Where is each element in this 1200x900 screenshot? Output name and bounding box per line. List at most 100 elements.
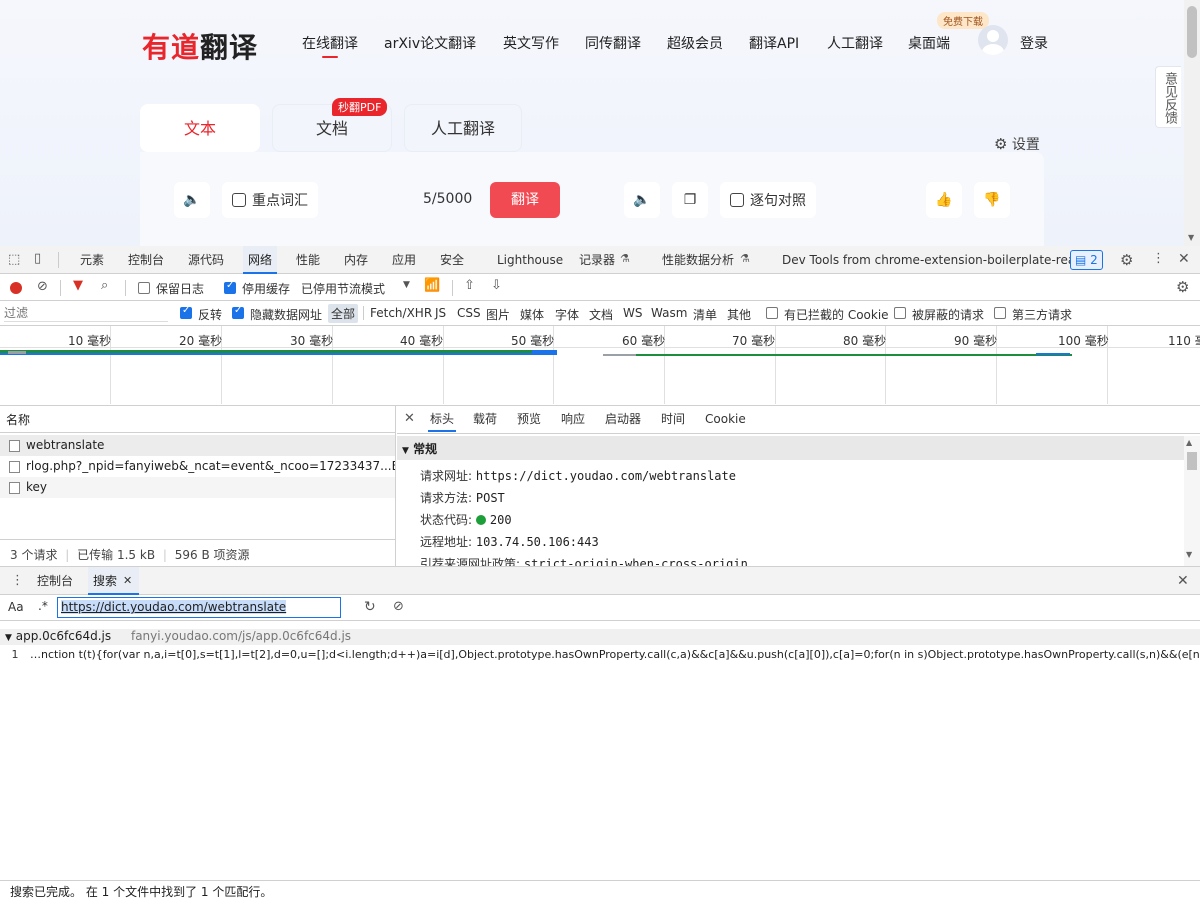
keywords-toggle[interactable]: 重点词汇: [222, 182, 318, 218]
settings-button[interactable]: ⚙ 设置: [994, 134, 1040, 154]
close-drawer-icon[interactable]: ✕: [1177, 573, 1189, 589]
filter-type-fetch[interactable]: Fetch/XHR: [370, 306, 432, 320]
device-toggle-icon[interactable]: ▯: [34, 251, 41, 266]
inspect-icon[interactable]: ⬚: [8, 252, 20, 267]
page-scrollbar[interactable]: ▼: [1184, 0, 1200, 246]
search-result-line[interactable]: 1 …nction t(t){for(var n,a,i=t[0],s=t[1],…: [0, 648, 1200, 666]
detail-tab-payload[interactable]: 载荷: [473, 406, 497, 432]
filter-type-ws[interactable]: WS: [623, 306, 642, 320]
avatar[interactable]: [978, 25, 1008, 55]
network-conditions-icon[interactable]: 📶: [424, 278, 440, 293]
filter-type-img[interactable]: 图片: [486, 306, 510, 323]
detail-tab-headers[interactable]: 标头: [428, 406, 457, 432]
request-row[interactable]: key: [0, 477, 395, 498]
youdao-logo[interactable]: 有道翻译: [142, 26, 258, 66]
tab-console[interactable]: 控制台: [128, 246, 164, 274]
settings-gear-icon[interactable]: ⚙: [1120, 251, 1133, 269]
network-settings-icon[interactable]: ⚙: [1176, 278, 1189, 296]
youdao-page: 有道翻译 在线翻译 arXiv论文翻译 英文写作 同传翻译 超级会员 翻译API…: [0, 0, 1200, 246]
tab-recorder[interactable]: 记录器: [579, 246, 615, 274]
third-party-checkbox[interactable]: [994, 307, 1006, 319]
detail-tab-cookies[interactable]: Cookie: [705, 406, 746, 432]
filter-type-doc[interactable]: 文档: [589, 306, 613, 323]
filter-type-js[interactable]: JS: [435, 306, 446, 320]
thumbs-down-button[interactable]: 👎: [974, 182, 1010, 218]
tab-application[interactable]: 应用: [392, 246, 416, 274]
general-section-header[interactable]: ▼ 常规: [397, 436, 1184, 460]
detail-tab-timing[interactable]: 时间: [661, 406, 685, 432]
tab-memory[interactable]: 内存: [344, 246, 368, 274]
copy-button[interactable]: ❐: [672, 182, 708, 218]
record-icon[interactable]: [10, 282, 22, 294]
speaker-button-source[interactable]: 🔈: [174, 182, 210, 218]
compare-toggle[interactable]: 逐句对照: [720, 182, 816, 218]
tab-security[interactable]: 安全: [440, 246, 464, 274]
preserve-log-checkbox[interactable]: [138, 282, 150, 294]
throttle-select[interactable]: 已停用节流模式: [301, 280, 385, 297]
translate-button[interactable]: 翻译: [490, 182, 560, 218]
close-tab-icon[interactable]: ✕: [123, 574, 132, 587]
tab-extension-devtools[interactable]: Dev Tools from chrome-extension-boilerpl…: [782, 246, 1086, 274]
search-icon[interactable]: ⌕: [101, 278, 108, 293]
regex-toggle[interactable]: .*: [38, 599, 48, 613]
request-row[interactable]: rlog.php?_npid=fanyiweb&_ncat=event&_nco…: [0, 456, 395, 477]
nav-api[interactable]: 翻译API: [749, 33, 799, 53]
issues-badge[interactable]: ▤ 2: [1070, 250, 1103, 270]
request-list-header[interactable]: 名称: [0, 406, 395, 433]
speaker-button-target[interactable]: 🔈: [624, 182, 660, 218]
drawer-tab-console[interactable]: 控制台: [37, 567, 73, 595]
checkbox-icon: [232, 193, 246, 207]
filter-type-font[interactable]: 字体: [555, 306, 579, 323]
filter-type-media[interactable]: 媒体: [520, 306, 544, 323]
blocked-cookies-checkbox[interactable]: [766, 307, 778, 319]
hide-data-urls-checkbox[interactable]: [232, 305, 244, 319]
nav-online-translate[interactable]: 在线翻译: [302, 33, 358, 53]
filter-type-css[interactable]: CSS: [457, 306, 481, 320]
thumbs-up-button[interactable]: 👍: [926, 182, 962, 218]
detail-scrollbar[interactable]: ▲ ▼: [1184, 436, 1200, 566]
feedback-button[interactable]: 意见反馈: [1155, 66, 1181, 128]
filter-type-wasm[interactable]: Wasm: [651, 306, 687, 320]
more-menu-icon[interactable]: ⋮: [1152, 251, 1165, 266]
search-input[interactable]: https://dict.youdao.com/webtranslate: [57, 597, 341, 618]
nav-writing[interactable]: 英文写作: [503, 33, 559, 53]
tab-performance[interactable]: 性能: [296, 246, 320, 274]
match-case-toggle[interactable]: Aa: [8, 600, 24, 614]
tab-text[interactable]: 文本: [140, 104, 260, 152]
tab-sources[interactable]: 源代码: [188, 246, 224, 274]
detail-tab-initiator[interactable]: 启动器: [605, 406, 641, 432]
close-devtools-icon[interactable]: ✕: [1178, 251, 1190, 267]
detail-tab-preview[interactable]: 预览: [517, 406, 541, 432]
network-overview[interactable]: 10 毫秒 20 毫秒 30 毫秒 40 毫秒 50 毫秒 60 毫秒 70 毫…: [0, 326, 1200, 406]
request-row[interactable]: webtranslate: [0, 435, 395, 456]
nav-desktop[interactable]: 桌面端: [908, 33, 950, 53]
filter-type-manifest[interactable]: 清单: [693, 306, 717, 323]
upload-har-icon[interactable]: ⇧: [464, 278, 475, 293]
filter-type-all[interactable]: 全部: [328, 304, 359, 323]
nav-human-translate[interactable]: 人工翻译: [827, 33, 883, 53]
tab-lighthouse[interactable]: Lighthouse: [497, 246, 563, 274]
tab-network[interactable]: 网络: [243, 246, 278, 274]
blocked-requests-checkbox[interactable]: [894, 307, 906, 319]
tab-human-translate[interactable]: 人工翻译: [404, 104, 522, 152]
nav-interpretation[interactable]: 同传翻译: [585, 33, 641, 53]
clear-icon[interactable]: ⊘: [37, 279, 48, 294]
clear-search-icon[interactable]: ⊘: [393, 599, 404, 614]
invert-checkbox[interactable]: [180, 305, 192, 319]
drawer-menu-icon[interactable]: ⋮: [11, 573, 24, 588]
disable-cache-checkbox[interactable]: [224, 280, 236, 294]
refresh-icon[interactable]: ↻: [364, 599, 376, 615]
search-result-file[interactable]: ▼ app.0c6fc64d.js fanyi.youdao.com/js/ap…: [0, 629, 1200, 645]
nav-vip[interactable]: 超级会员: [667, 33, 723, 53]
download-badge: 免费下载: [937, 12, 989, 29]
tab-elements[interactable]: 元素: [80, 246, 104, 274]
filter-type-other[interactable]: 其他: [727, 306, 751, 323]
filter-icon[interactable]: ▼: [73, 278, 83, 293]
detail-tab-response[interactable]: 响应: [561, 406, 585, 432]
tab-performance-insights[interactable]: 性能数据分析: [662, 246, 734, 274]
filter-input[interactable]: [4, 304, 168, 322]
login-link[interactable]: 登录: [1020, 33, 1048, 53]
close-detail-icon[interactable]: ✕: [404, 411, 415, 426]
download-har-icon[interactable]: ⇩: [491, 278, 502, 293]
nav-arxiv[interactable]: arXiv论文翻译: [384, 33, 476, 53]
